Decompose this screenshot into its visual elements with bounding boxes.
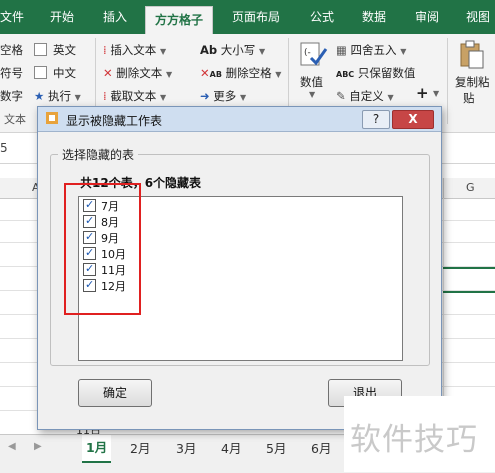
tab-home[interactable]: 开始 — [50, 0, 74, 34]
tab-formulas[interactable]: 公式 — [310, 0, 334, 34]
column-divider — [443, 178, 444, 198]
english-option[interactable]: 英文 — [34, 42, 76, 58]
copy-paste-label-2: 贴 — [463, 91, 475, 105]
chinese-checkbox[interactable] — [34, 66, 47, 79]
upper-lower-button[interactable]: Ab 大小写 ▼ — [200, 42, 265, 58]
clipboard-icon — [458, 40, 486, 70]
tab-view[interactable]: 视图 — [466, 0, 490, 34]
insert-text-button[interactable]: ⁞ 插入文本 ▼ — [103, 42, 166, 58]
cell-reference: 5 — [0, 141, 8, 155]
execute-button[interactable]: ★ 执行 ▼ — [34, 88, 81, 104]
extract-text-button[interactable]: ⁞ 截取文本 ▼ — [103, 88, 166, 104]
round-button[interactable]: ▦ 四舍五入 ▼ — [336, 42, 406, 58]
round-label: 四舍五入 — [350, 43, 397, 57]
insert-text-icon: ⁞ — [103, 43, 107, 57]
custom-button[interactable]: ✎ 自定义 ▼ — [336, 88, 394, 104]
highlight-annotation — [64, 183, 141, 315]
space-button[interactable]: 空格 — [0, 42, 23, 58]
delete-text-button[interactable]: ✕ 删除文本 ▼ — [103, 65, 172, 81]
delete-text-icon: ✕ — [103, 66, 113, 80]
english-checkbox[interactable] — [34, 43, 47, 56]
ab-icon: Ab — [200, 43, 218, 57]
chevron-down-icon: ▼ — [258, 47, 266, 56]
sheet-tab-4[interactable]: 4月 — [217, 438, 245, 460]
ribbon-tab-bar: 文件 开始 插入 方方格子 页面布局 公式 数据 审阅 视图 — [0, 0, 495, 35]
edit-icon: ✎ — [336, 89, 346, 103]
dialog-title: 显示被隐藏工作表 — [66, 114, 163, 128]
tab-file[interactable]: 文件 — [0, 0, 24, 34]
extract-text-icon: ⁞ — [103, 89, 107, 103]
delete-space-button[interactable]: ✕AB 删除空格 ▼ — [200, 65, 281, 81]
chevron-down-icon: ▼ — [159, 47, 167, 56]
insert-text-label: 插入文本 — [110, 43, 157, 57]
sheet-tab-3[interactable]: 3月 — [172, 438, 200, 460]
chevron-down-icon: ▼ — [400, 47, 407, 56]
watermark: 软件技巧 — [350, 422, 478, 458]
number-button[interactable]: 数字 — [0, 88, 23, 104]
chevron-down-icon: ▼ — [239, 93, 247, 102]
chevron-down-icon: ▼ — [433, 89, 440, 98]
keep-value-button[interactable]: ABC 只保留数值 — [336, 65, 415, 81]
group-label-text: 文本 — [4, 113, 26, 126]
extract-text-label: 截取文本 — [110, 89, 157, 103]
symbol-button[interactable]: 符号 — [0, 65, 23, 81]
chevron-down-icon: ▼ — [165, 70, 173, 79]
star-icon: ★ — [34, 89, 45, 103]
column-header-g[interactable]: G — [466, 181, 475, 194]
ribbon-divider — [447, 38, 448, 124]
delete-space-icon: ✕ — [200, 66, 210, 80]
sheet-tab-2[interactable]: 2月 — [126, 438, 154, 460]
delete-text-label: 删除文本 — [116, 66, 163, 80]
chinese-label: 中文 — [53, 66, 76, 80]
sheet-tab-1[interactable]: 1月 — [82, 435, 112, 463]
close-button[interactable]: X — [392, 110, 434, 129]
scroll-left-icon[interactable]: ◀ — [8, 441, 16, 452]
chinese-option[interactable]: 中文 — [34, 65, 76, 81]
keep-value-label: 只保留数值 — [357, 66, 416, 80]
execute-label: 执行 — [47, 89, 71, 103]
chevron-down-icon: ▼ — [74, 93, 81, 102]
groupbox-legend: 选择隐藏的表 — [58, 146, 139, 163]
chevron-down-icon: ▼ — [387, 93, 394, 102]
more-button[interactable]: ➜ 更多 ▼ — [200, 88, 246, 104]
app-icon — [46, 112, 58, 124]
copy-paste-button[interactable]: 复制粘 — [455, 74, 490, 90]
abc-icon: ABC — [336, 70, 355, 79]
sheet-tab-6[interactable]: 6月 — [307, 438, 335, 460]
dialog-title-bar[interactable]: 显示被隐藏工作表 ? X — [38, 107, 441, 132]
tab-review[interactable]: 审阅 — [415, 0, 439, 34]
tab-data[interactable]: 数据 — [362, 0, 386, 34]
ok-button[interactable]: 确定 — [78, 379, 152, 407]
scroll-right-icon[interactable]: ▶ — [34, 441, 42, 452]
custom-label: 自定义 — [349, 89, 384, 103]
arrow-right-icon: ➜ — [200, 89, 210, 103]
more-label: 更多 — [213, 89, 237, 103]
delete-space-label: 删除空格 — [225, 66, 272, 80]
svg-text:(-: (- — [304, 48, 311, 58]
upper-lower-label: 大小写 — [220, 43, 256, 57]
sheet-tab-5[interactable]: 5月 — [262, 438, 290, 460]
english-label: 英文 — [53, 43, 76, 57]
chevron-down-icon: ▼ — [309, 90, 316, 99]
chevron-down-icon: ▼ — [275, 70, 282, 79]
selected-cell-border — [443, 267, 495, 293]
help-button[interactable]: ? — [362, 110, 390, 129]
grid-icon: ▦ — [336, 43, 347, 57]
tab-insert[interactable]: 插入 — [103, 0, 127, 34]
tab-page-layout[interactable]: 页面布局 — [232, 0, 280, 34]
value-button[interactable]: 数值 — [300, 74, 323, 90]
add-icon[interactable]: + — [416, 84, 429, 102]
tab-fangfang[interactable]: 方方格子 — [145, 6, 214, 35]
value-icon: (- — [299, 40, 329, 68]
chevron-down-icon: ▼ — [159, 93, 167, 102]
